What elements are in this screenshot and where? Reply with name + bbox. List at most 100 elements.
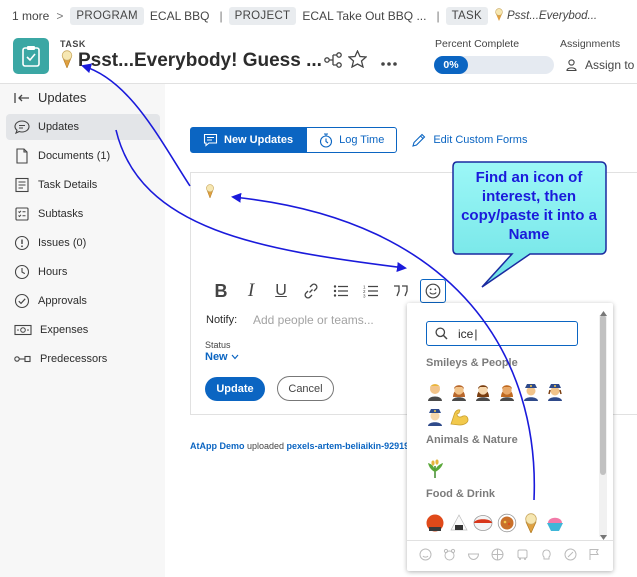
food-tab-icon[interactable]: [467, 548, 480, 564]
ice-cream-icon: [60, 50, 74, 74]
check-circle-icon: [14, 293, 30, 309]
breadcrumb-task-tag: TASK: [445, 7, 488, 25]
breadcrumb: 1 more > PROGRAM ECAL BBQ | PROJECT ECAL…: [0, 0, 637, 32]
sidebar-item-task-details[interactable]: Task Details: [6, 172, 160, 198]
emoji-shaved-ice[interactable]: [544, 512, 566, 534]
emoji-person-blond[interactable]: [424, 380, 446, 402]
task-header: TASK Psst...Everybody! Guess ... Percent…: [0, 32, 637, 84]
smiley-tab-icon[interactable]: [419, 548, 432, 564]
underline-button[interactable]: U: [266, 280, 296, 302]
quote-button[interactable]: [386, 280, 416, 302]
money-icon: [14, 324, 32, 336]
notify-input[interactable]: Add people or teams...: [253, 313, 374, 327]
emoji-curry-rice[interactable]: [496, 512, 518, 534]
bullet-list-button[interactable]: [326, 280, 356, 302]
emoji-police-officer-blue[interactable]: [424, 405, 446, 427]
sidebar-item-subtasks[interactable]: Subtasks: [6, 201, 160, 227]
status-label: Status: [205, 340, 231, 350]
emoji-woman-dark[interactable]: [496, 380, 518, 402]
flags-tab-icon[interactable]: [588, 548, 601, 564]
emoji-row-smileys-2: [424, 405, 470, 427]
assignments-label: Assignments: [560, 38, 621, 50]
emoji-police-officer-woman[interactable]: [544, 380, 566, 402]
sidebar-item-hours[interactable]: Hours: [6, 259, 160, 285]
emoji-button[interactable]: [420, 279, 446, 303]
breadcrumb-project[interactable]: ECAL Take Out BBQ ...: [302, 9, 426, 23]
bold-button[interactable]: B: [206, 280, 236, 302]
update-text-area[interactable]: [205, 184, 215, 201]
workflow-icon[interactable]: [324, 52, 342, 71]
task-title-text: Psst...Everybody! Guess ...: [78, 50, 322, 71]
link-icon: [304, 283, 318, 299]
breadcrumb-divider: |: [219, 9, 223, 23]
sidebar-item-issues[interactable]: Issues (0): [6, 230, 160, 256]
assign-to-button[interactable]: Assign to: [566, 58, 634, 72]
chat-bubble-icon: [203, 133, 218, 147]
travel-tab-icon[interactable]: [516, 548, 529, 564]
emoji-category-animals: Animals & Nature: [426, 434, 518, 446]
cancel-button[interactable]: Cancel: [277, 376, 334, 401]
objects-tab-icon[interactable]: [540, 548, 553, 564]
notify-label: Notify:: [206, 314, 238, 326]
activity-entry: AtApp Demo uploaded pexels-artem-beliaik…: [190, 441, 414, 451]
italic-button[interactable]: I: [236, 280, 266, 302]
emoji-police-officer[interactable]: [520, 380, 542, 402]
emoji-rice-plant[interactable]: [424, 457, 446, 479]
sidebar-item-label: Approvals: [38, 295, 87, 307]
breadcrumb-task[interactable]: Psst...Everybod...: [507, 10, 597, 22]
sidebar-item-expenses[interactable]: Expenses: [6, 317, 160, 343]
chat-bubble-icon: [14, 120, 30, 135]
ice-cream-icon: [206, 184, 214, 199]
new-updates-button[interactable]: New Updates: [190, 127, 307, 153]
emoji-rice-cracker[interactable]: [472, 512, 494, 534]
more-options-icon[interactable]: [380, 56, 398, 70]
emoji-rice-ball-red[interactable]: [424, 512, 446, 534]
sidebar-collapse-toggle[interactable]: Updates: [14, 90, 86, 105]
search-icon: [435, 327, 448, 340]
emoji-category-tabs: [407, 540, 613, 570]
breadcrumb-more[interactable]: 1 more: [12, 9, 49, 23]
emoji-flexed-biceps[interactable]: [448, 405, 470, 427]
sidebar-item-label: Task Details: [38, 179, 98, 191]
update-button[interactable]: Update: [205, 377, 265, 401]
collapse-left-icon: [14, 92, 29, 103]
edit-custom-forms-link[interactable]: Edit Custom Forms: [411, 132, 527, 148]
animal-tab-icon[interactable]: [443, 548, 456, 564]
scroll-up-icon[interactable]: [600, 305, 607, 319]
emoji-woman-blond[interactable]: [448, 380, 470, 402]
pencil-icon: [412, 133, 426, 147]
sidebar-item-label: Subtasks: [38, 208, 84, 220]
sidebar-item-label: Issues (0): [38, 237, 87, 249]
percent-complete-bar[interactable]: 0%: [434, 56, 554, 74]
emoji-search-value: ice: [458, 326, 474, 341]
page-title[interactable]: Psst...Everybody! Guess ...: [60, 50, 322, 74]
symbols-tab-icon[interactable]: [564, 548, 577, 564]
activity-tab-icon[interactable]: [491, 548, 504, 564]
link-button[interactable]: [296, 280, 326, 302]
sidebar-item-updates[interactable]: Updates: [6, 114, 160, 140]
sidebar-item-documents[interactable]: Documents (1): [6, 143, 160, 169]
emoji-rice-ball[interactable]: [448, 512, 470, 534]
activity-user-link[interactable]: AtApp Demo: [190, 441, 245, 451]
chevron-down-icon: [231, 354, 239, 360]
sidebar-heading: Updates: [38, 90, 87, 105]
sidebar-item-predecessors[interactable]: Predecessors: [6, 346, 160, 372]
log-time-label: Log Time: [339, 134, 385, 146]
breadcrumb-program[interactable]: ECAL BBQ: [150, 9, 210, 23]
activity-file-link[interactable]: pexels-artem-beliaikin-929192: [287, 441, 415, 451]
numbered-list-icon: 123: [363, 285, 378, 298]
star-icon[interactable]: [347, 49, 368, 71]
emoji-ice-cream[interactable]: [520, 512, 542, 534]
text-cursor: |: [474, 326, 478, 341]
emoji-scrollbar-thumb[interactable]: [600, 315, 606, 475]
assign-to-label: Assign to: [585, 58, 635, 72]
status-value: New: [205, 351, 228, 363]
emoji-search-input[interactable]: ice |: [426, 321, 578, 346]
document-icon: [16, 148, 28, 164]
emoji-woman[interactable]: [472, 380, 494, 402]
log-time-button[interactable]: Log Time: [306, 127, 398, 153]
status-dropdown[interactable]: New: [205, 351, 239, 363]
activity-action: uploaded: [244, 441, 287, 451]
numbered-list-button[interactable]: 123: [356, 280, 386, 302]
sidebar-item-approvals[interactable]: Approvals: [6, 288, 160, 314]
